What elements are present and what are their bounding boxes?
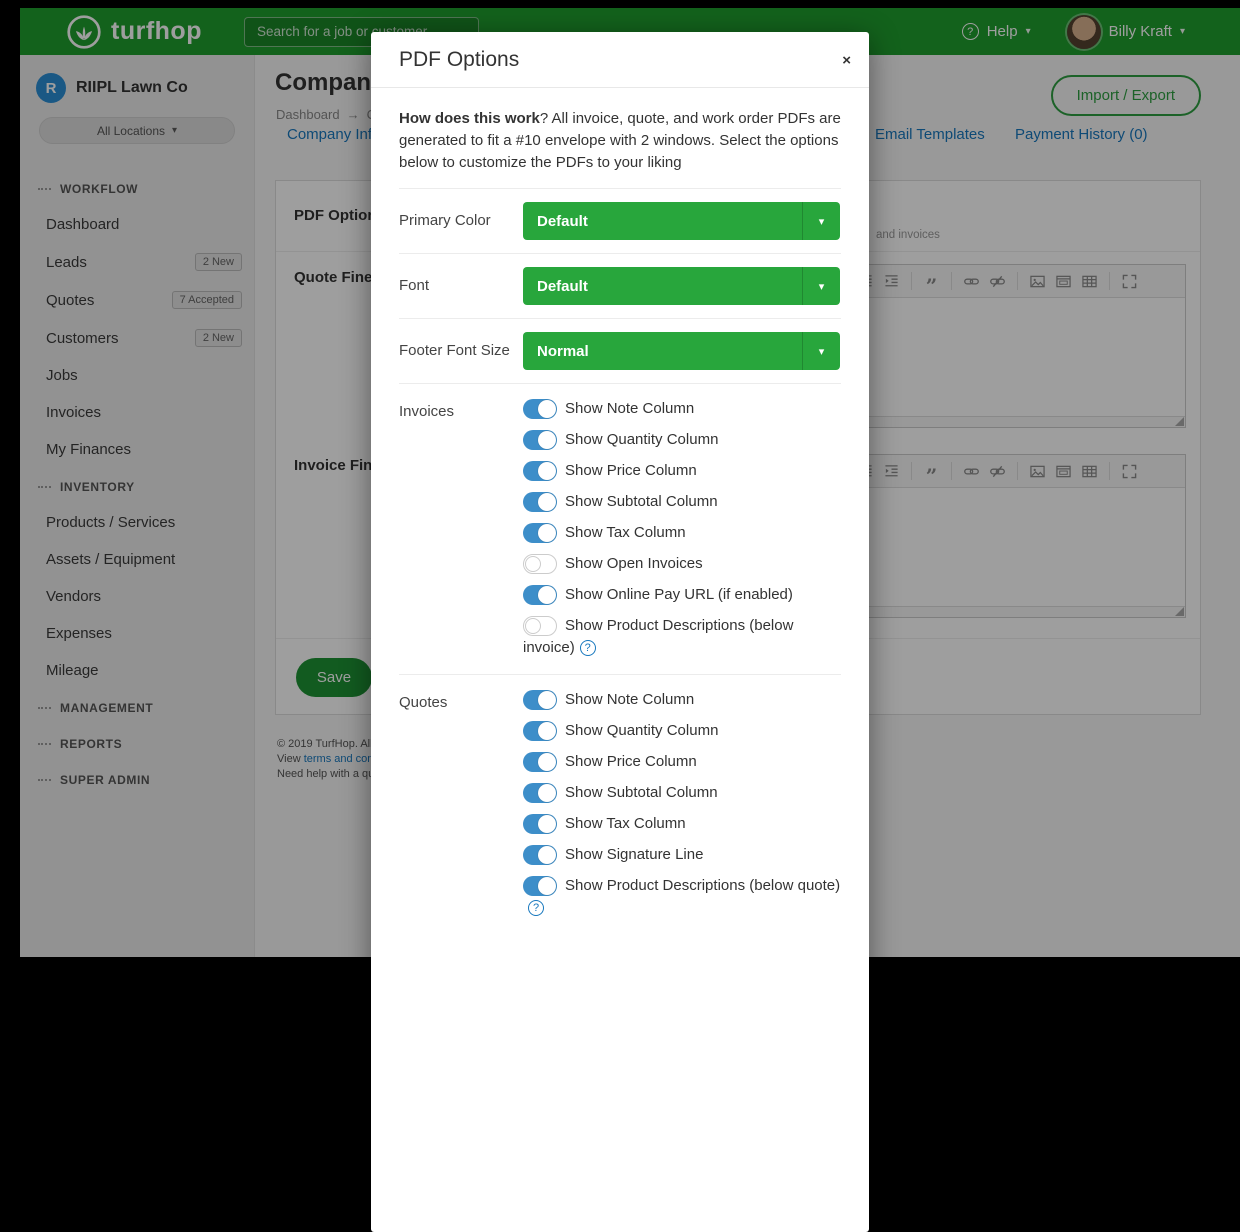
toggle-show-quantity-column[interactable] [523, 430, 557, 450]
toggle-knob [538, 753, 556, 771]
toggle-show-quantity-column[interactable] [523, 721, 557, 741]
toggle-show-subtotal-column[interactable] [523, 783, 557, 803]
dropdown-value: Normal [537, 343, 589, 360]
intro-bold: How does this work [399, 110, 540, 127]
toggle-list: Show Note Column Show Quantity Column Show… [523, 689, 841, 928]
toggle-label: Show Product Descriptions (below invoice… [523, 617, 793, 656]
modal-field-row: Footer Font Size Normal ▾ [399, 318, 841, 383]
field-label: Footer Font Size [399, 341, 523, 361]
toggle-option: Show Tax Column [523, 522, 841, 544]
toggle-knob [538, 784, 556, 802]
toggle-label: Show Price Column [565, 462, 697, 479]
toggle-option: Show Product Descriptions (below quote)? [523, 875, 841, 919]
help-icon[interactable]: ? [580, 640, 596, 656]
modal-body: How does this work? All invoice, quote, … [371, 108, 869, 934]
toggle-option: Show Online Pay URL (if enabled) [523, 584, 841, 606]
dropdown-font[interactable]: Default ▾ [523, 267, 840, 305]
toggle-label: Show Subtotal Column [565, 784, 718, 801]
toggle-option: Show Note Column [523, 689, 841, 711]
toggle-label: Show Tax Column [565, 524, 686, 541]
toggle-show-signature-line[interactable] [523, 845, 557, 865]
toggle-option: Show Price Column [523, 751, 841, 773]
toggle-label: Show Subtotal Column [565, 493, 718, 510]
select-rows: Primary Color Default ▾ Font Default ▾ F… [399, 188, 841, 383]
toggle-show-product-descriptions-below-invoice[interactable] [523, 616, 557, 636]
toggle-knob [538, 493, 556, 511]
modal-field-row: Primary Color Default ▾ [399, 188, 841, 253]
toggle-knob [538, 431, 556, 449]
toggle-knob [525, 556, 541, 572]
modal-title: PDF Options [399, 48, 519, 72]
toggle-knob [538, 846, 556, 864]
chevron-down-icon: ▾ [802, 332, 840, 370]
toggle-option: Show Quantity Column [523, 429, 841, 451]
toggle-option: Show Note Column [523, 398, 841, 420]
toggle-show-product-descriptions-below-quote[interactable] [523, 876, 557, 896]
toggle-option: Show Subtotal Column [523, 782, 841, 804]
toggle-groups: Invoices Show Note Column Show Quantity C… [399, 383, 841, 934]
toggle-label: Show Open Invoices [565, 555, 703, 572]
toggle-label: Show Price Column [565, 753, 697, 770]
field-label: Primary Color [399, 211, 523, 231]
modal-header: PDF Options × [371, 32, 869, 88]
modal-intro: How does this work? All invoice, quote, … [399, 108, 841, 174]
toggle-show-price-column[interactable] [523, 461, 557, 481]
modal-toggle-group: Invoices Show Note Column Show Quantity C… [399, 383, 841, 674]
toggle-show-open-invoices[interactable] [523, 554, 557, 574]
toggle-show-online-pay-url-if-enabled[interactable] [523, 585, 557, 605]
modal-toggle-group: Quotes Show Note Column Show Quantity Col… [399, 674, 841, 934]
field-label: Font [399, 276, 523, 296]
toggle-knob [538, 400, 556, 418]
toggle-label: Show Note Column [565, 691, 694, 708]
toggle-show-tax-column[interactable] [523, 814, 557, 834]
toggle-show-price-column[interactable] [523, 752, 557, 772]
pdf-options-modal: PDF Options × How does this work? All in… [371, 32, 869, 1232]
toggle-label: Show Quantity Column [565, 431, 718, 448]
toggle-option: Show Quantity Column [523, 720, 841, 742]
toggle-option: Show Price Column [523, 460, 841, 482]
help-icon[interactable]: ? [528, 900, 544, 916]
toggle-knob [538, 877, 556, 895]
toggle-knob [525, 618, 541, 634]
toggle-label: Show Product Descriptions (below quote) [565, 877, 840, 894]
toggle-label: Show Signature Line [565, 846, 703, 863]
toggle-label: Show Quantity Column [565, 722, 718, 739]
toggle-show-subtotal-column[interactable] [523, 492, 557, 512]
close-icon[interactable]: × [842, 52, 851, 69]
toggle-option: Show Product Descriptions (below invoice… [523, 615, 841, 659]
toggle-option: Show Tax Column [523, 813, 841, 835]
dropdown-primary-color[interactable]: Default ▾ [523, 202, 840, 240]
modal-field-row: Font Default ▾ [399, 253, 841, 318]
field-label: Invoices [399, 398, 523, 668]
chevron-down-icon: ▾ [802, 202, 840, 240]
toggle-option: Show Signature Line [523, 844, 841, 866]
toggle-list: Show Note Column Show Quantity Column Show… [523, 398, 841, 668]
toggle-knob [538, 722, 556, 740]
toggle-knob [538, 691, 556, 709]
chevron-down-icon: ▾ [802, 267, 840, 305]
toggle-knob [538, 524, 556, 542]
toggle-knob [538, 815, 556, 833]
toggle-show-tax-column[interactable] [523, 523, 557, 543]
toggle-show-note-column[interactable] [523, 690, 557, 710]
dropdown-footer-font-size[interactable]: Normal ▾ [523, 332, 840, 370]
dropdown-value: Default [537, 213, 588, 230]
toggle-option: Show Subtotal Column [523, 491, 841, 513]
toggle-label: Show Tax Column [565, 815, 686, 832]
field-label: Quotes [399, 689, 523, 928]
toggle-show-note-column[interactable] [523, 399, 557, 419]
toggle-label: Show Note Column [565, 400, 694, 417]
toggle-label: Show Online Pay URL (if enabled) [565, 586, 793, 603]
toggle-knob [538, 462, 556, 480]
toggle-knob [538, 586, 556, 604]
toggle-option: Show Open Invoices [523, 553, 841, 575]
dropdown-value: Default [537, 278, 588, 295]
